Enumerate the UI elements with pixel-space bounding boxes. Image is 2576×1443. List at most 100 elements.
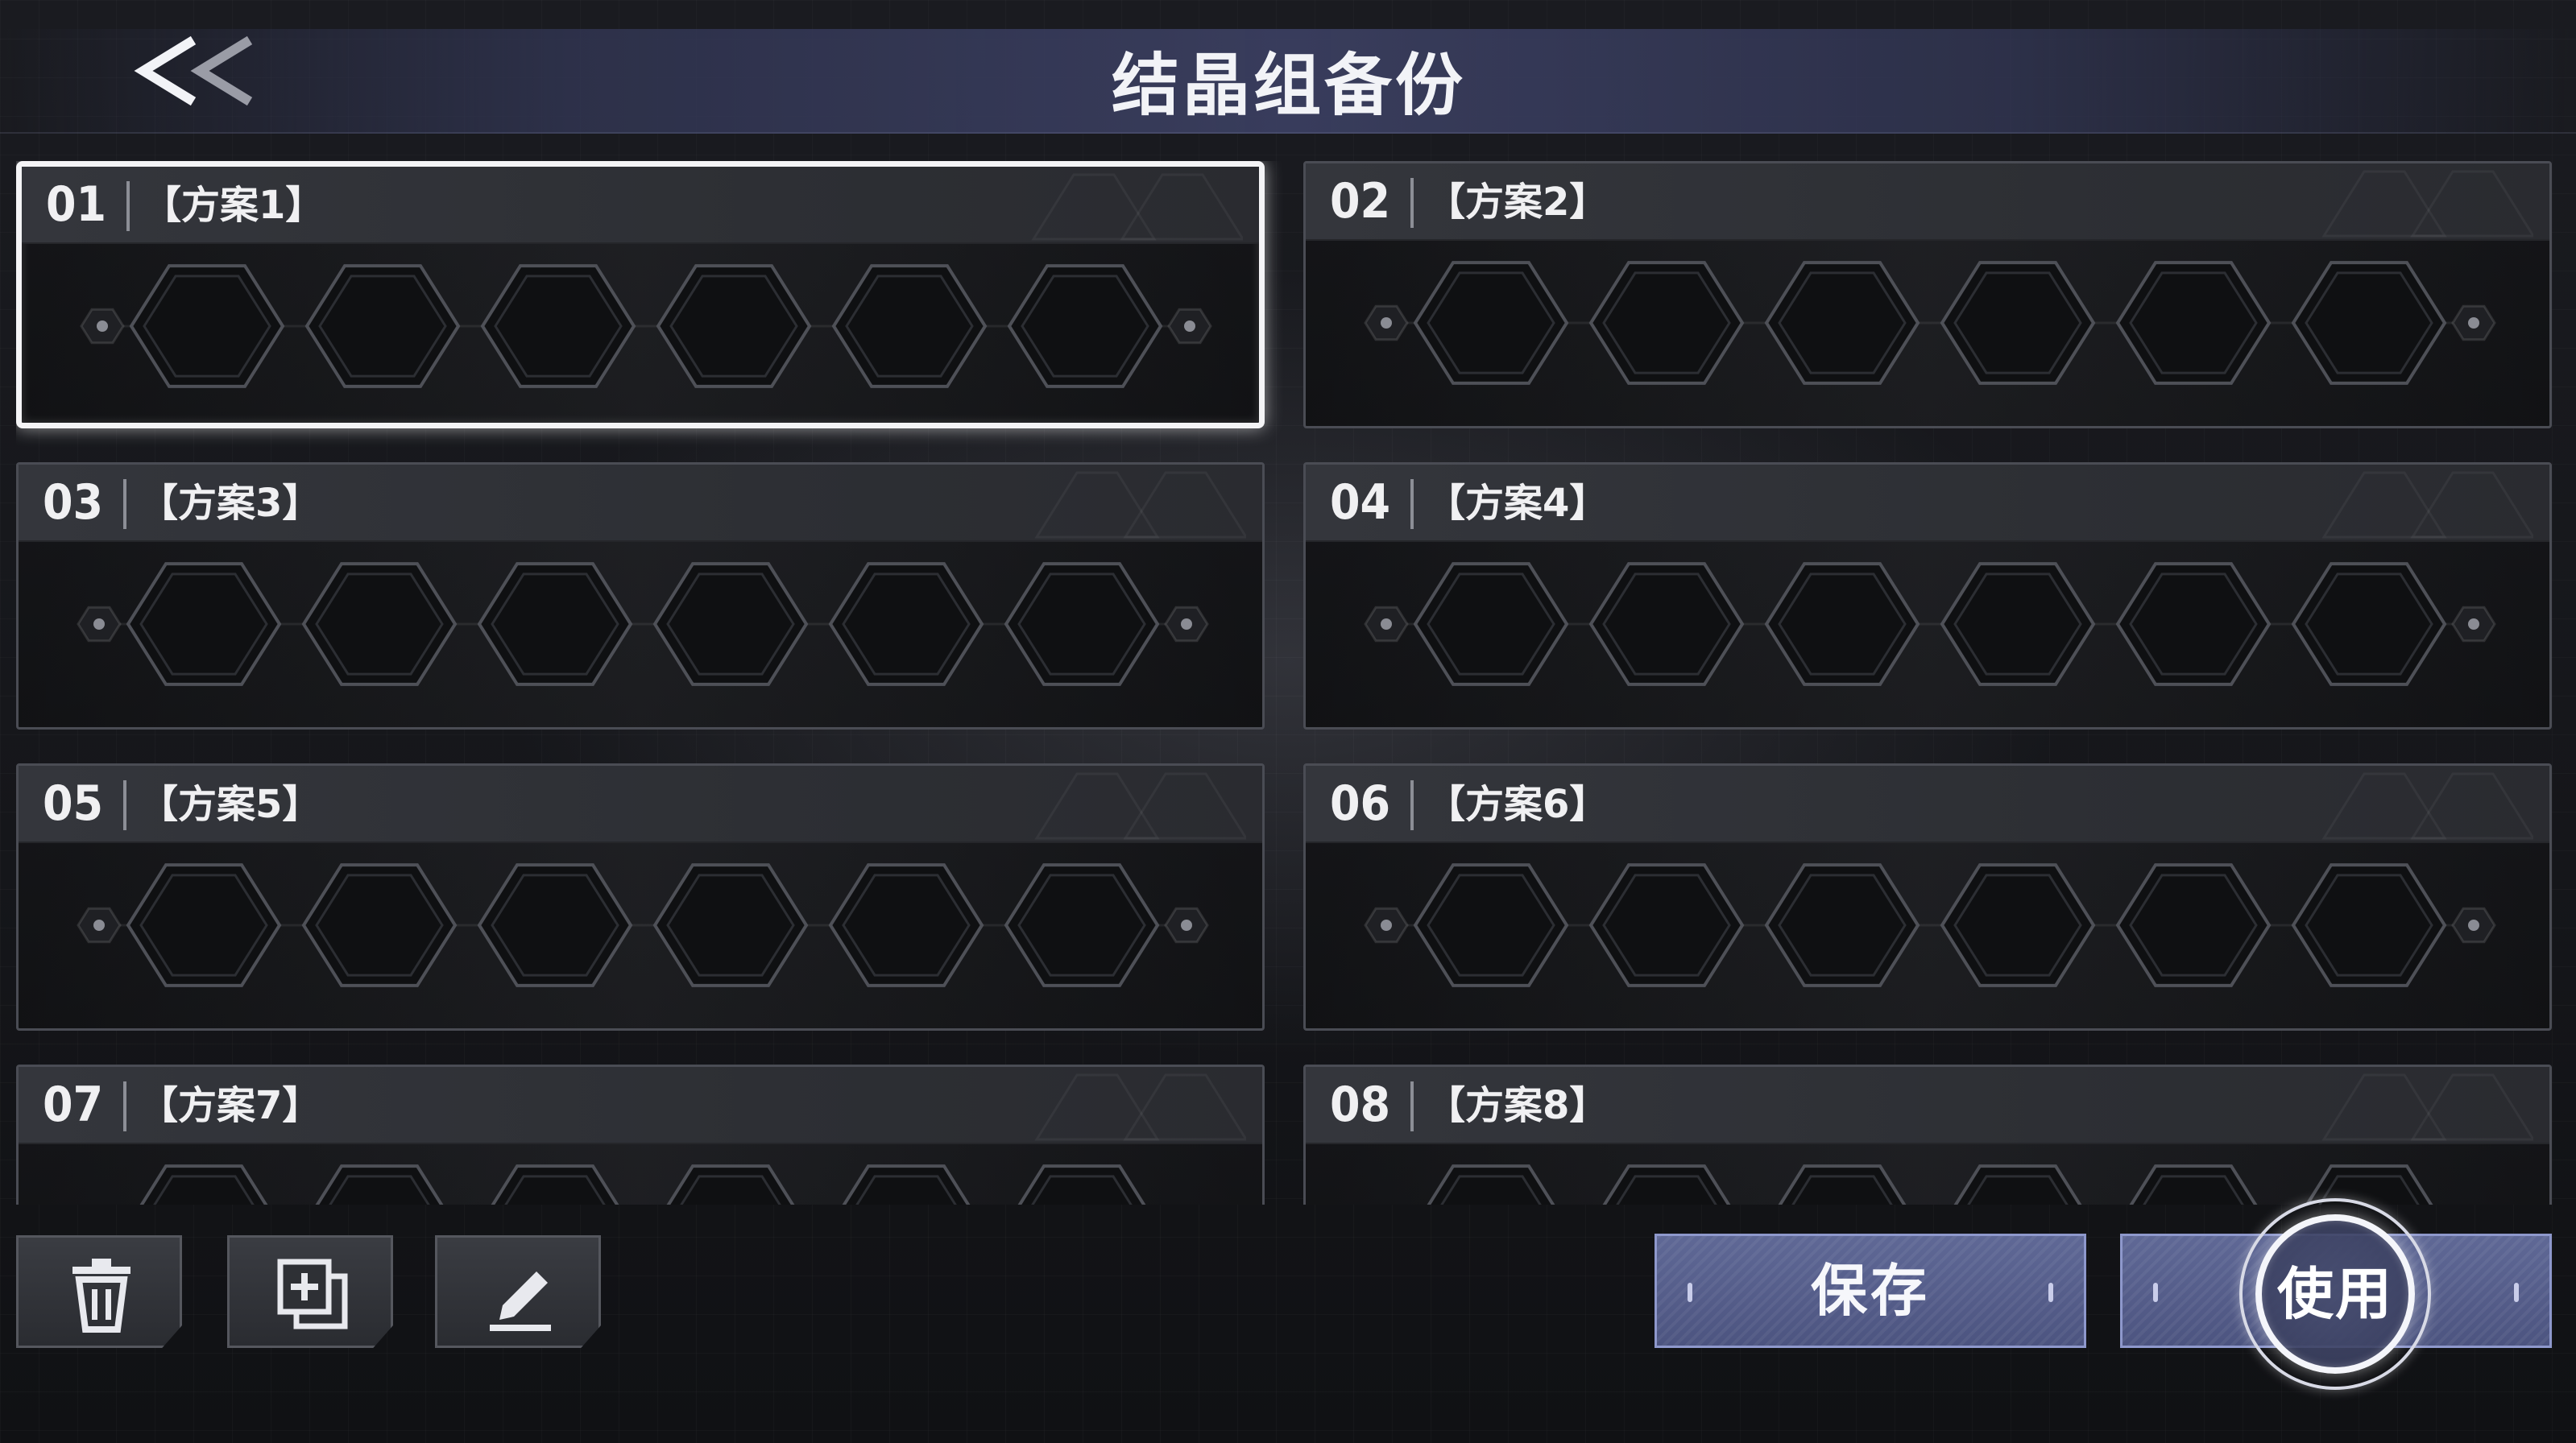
crystal-socket[interactable] [129, 264, 285, 388]
slot-divider [1410, 479, 1414, 529]
slot-divider [1410, 178, 1414, 228]
crystal-socket[interactable] [1004, 863, 1160, 987]
slot-header-deco [1034, 772, 1246, 840]
crystal-row [19, 843, 1262, 1028]
crystal-socket[interactable] [1007, 264, 1163, 388]
crystal-socket[interactable] [2291, 562, 2447, 686]
crystal-socket[interactable] [1415, 1164, 1567, 1205]
crystal-socket[interactable] [2293, 1164, 2445, 1205]
crystal-socket[interactable] [828, 562, 984, 686]
crystal-socket[interactable] [480, 264, 636, 388]
pencil-edit-icon [490, 1271, 551, 1331]
crystal-socket[interactable] [652, 863, 809, 987]
crystal-socket[interactable] [301, 562, 458, 686]
slot-header: 06 【方案6】 [1306, 766, 2549, 843]
crystal-end-dot [97, 320, 108, 332]
slot-header: 08 【方案8】 [1306, 1067, 2549, 1144]
copy-add-button[interactable] [227, 1235, 393, 1348]
edit-button[interactable] [435, 1235, 601, 1348]
slot-name: 【方案6】 [1427, 782, 1609, 827]
crystal-socket[interactable] [126, 562, 282, 686]
crystal-socket[interactable] [1940, 562, 2096, 686]
slot-card[interactable]: 06 【方案6】 [1303, 763, 2552, 1031]
slot-card[interactable]: 05 【方案5】 [16, 763, 1265, 1031]
crystal-socket[interactable] [2115, 261, 2272, 385]
crystal-end-dot [2468, 317, 2479, 329]
double-chevron-left-icon [134, 35, 253, 106]
slot-card[interactable]: 03 【方案3】 [16, 462, 1265, 730]
crystal-socket[interactable] [831, 264, 988, 388]
crystal-socket[interactable] [477, 562, 633, 686]
slot-card[interactable]: 01 【方案1】 [16, 161, 1265, 428]
crystal-socket[interactable] [1413, 863, 1569, 987]
crystal-socket[interactable] [479, 1164, 631, 1205]
slot-name: 【方案2】 [1427, 180, 1609, 225]
crystal-socket[interactable] [304, 1164, 455, 1205]
crystal-socket[interactable] [655, 1164, 806, 1205]
header-deco-shape [2321, 170, 2447, 238]
slot-list[interactable]: 01 【方案1】 02 【方案2】 03 【方案3】 04 【方案4】 05 【方案5】 06 【方案… [16, 161, 2562, 1205]
crystal-socket[interactable] [1764, 562, 1920, 686]
crystal-socket[interactable] [2291, 261, 2447, 385]
back-button[interactable] [129, 31, 266, 111]
crystal-row [1306, 241, 2549, 426]
slot-header-deco [1034, 1073, 1246, 1141]
crystal-socket[interactable] [1591, 1164, 1742, 1205]
header-deco-shape [2321, 471, 2447, 539]
crystal-socket[interactable] [1764, 863, 1920, 987]
game-screen: 结晶组备份 01 【方案1】 02 【方案2】 03 【方案3】 04 【方案4】 05 【方案5… [0, 0, 2576, 1443]
trash-icon [72, 1259, 130, 1333]
crystal-socket[interactable] [2291, 863, 2447, 987]
crystal-socket[interactable] [2115, 562, 2272, 686]
delete-button[interactable] [16, 1235, 182, 1348]
crystal-socket[interactable] [128, 1164, 280, 1205]
crystal-socket[interactable] [1006, 1164, 1158, 1205]
slot-name: 【方案7】 [139, 1083, 321, 1128]
crystal-socket[interactable] [828, 863, 984, 987]
crystal-row-graphic [1415, 1164, 2445, 1205]
crystal-row-graphic [80, 264, 1212, 388]
crystal-socket[interactable] [1588, 863, 1745, 987]
crystal-socket[interactable] [1766, 1164, 1918, 1205]
header-bar: 结晶组备份 [0, 0, 2576, 135]
crystal-socket[interactable] [1588, 261, 1745, 385]
save-button[interactable]: 保存 [1655, 1234, 2086, 1348]
slot-card[interactable]: 08 【方案8】 [1303, 1065, 2552, 1205]
slot-header-deco [2321, 1073, 2533, 1141]
crystal-socket[interactable] [477, 863, 633, 987]
crystal-socket[interactable] [1004, 562, 1160, 686]
slot-divider [1410, 780, 1414, 830]
crystal-socket[interactable] [1940, 863, 2096, 987]
crystal-socket[interactable] [1764, 261, 1920, 385]
crystal-socket[interactable] [656, 264, 812, 388]
crystal-end-dot [93, 618, 105, 630]
use-button-label[interactable]: 使用 [2255, 1214, 2415, 1374]
crystal-socket[interactable] [2118, 1164, 2269, 1205]
crystal-end-dot [1381, 920, 1392, 931]
crystal-socket[interactable] [1940, 261, 2096, 385]
crystal-socket[interactable] [1588, 562, 1745, 686]
crystal-socket[interactable] [301, 863, 458, 987]
crystal-end-dot [2468, 618, 2479, 630]
slot-card[interactable]: 04 【方案4】 [1303, 462, 2552, 730]
crystal-socket[interactable] [652, 562, 809, 686]
slot-header: 04 【方案4】 [1306, 465, 2549, 542]
crystal-socket[interactable] [2115, 863, 2272, 987]
crystal-socket[interactable] [830, 1164, 982, 1205]
slot-header: 01 【方案1】 [22, 167, 1259, 244]
slot-header-deco [2321, 170, 2533, 238]
header-deco-shape [1034, 471, 1160, 539]
slot-card[interactable]: 02 【方案2】 [1303, 161, 2552, 428]
slot-card[interactable]: 07 【方案7】 [16, 1065, 1265, 1205]
crystal-row-graphic [77, 562, 1209, 686]
crystal-socket[interactable] [126, 863, 282, 987]
crystal-socket[interactable] [1413, 562, 1569, 686]
slot-header: 07 【方案7】 [19, 1067, 1262, 1144]
crystal-row-graphic [1364, 261, 2496, 385]
crystal-row [19, 542, 1262, 727]
crystal-socket[interactable] [1413, 261, 1569, 385]
crystal-socket[interactable] [304, 264, 461, 388]
crystal-end-dot [1184, 320, 1195, 332]
crystal-socket[interactable] [1942, 1164, 2094, 1205]
slot-name: 【方案4】 [1427, 481, 1609, 526]
